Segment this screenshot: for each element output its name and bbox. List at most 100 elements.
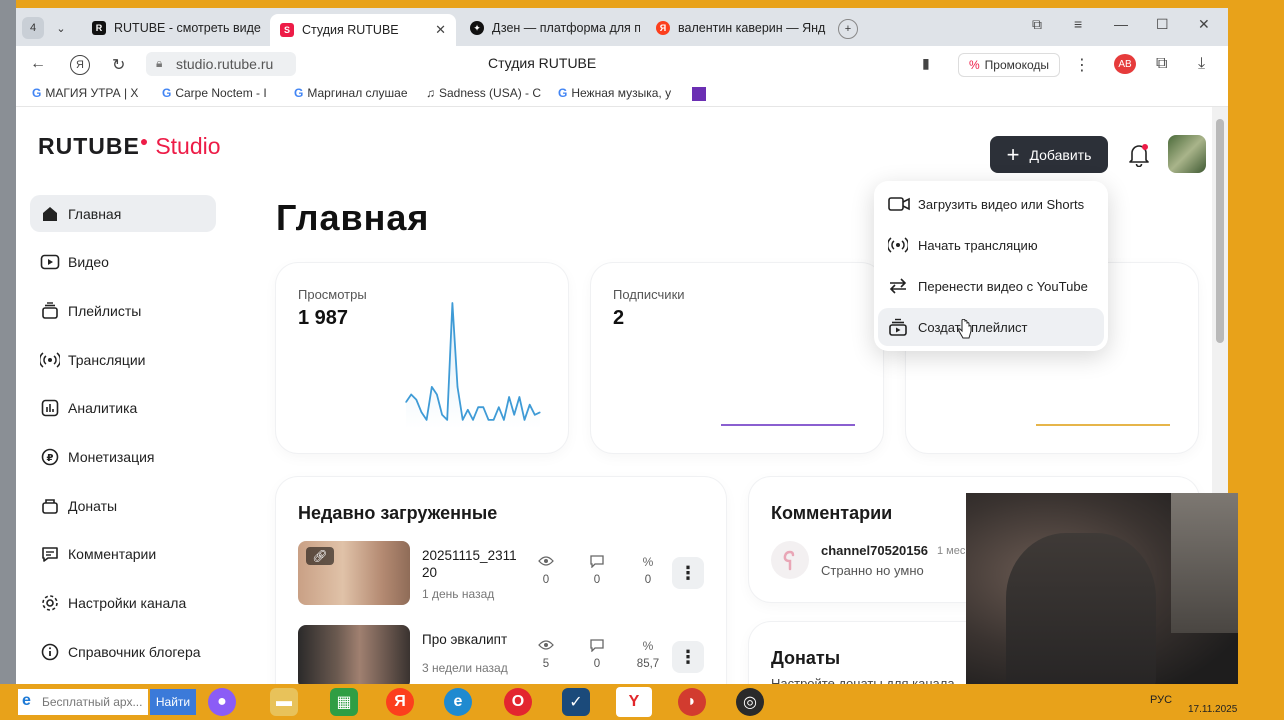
taskbar-search[interactable]: e Бесплатный арх... — [18, 689, 148, 715]
bookmark-icon[interactable]: ▮ — [922, 55, 930, 72]
sidebar-item-help[interactable]: Справочник блогера — [30, 633, 216, 670]
tab-label: RUTUBE - смотреть виде — [114, 21, 261, 35]
sidebar-item-playlists[interactable]: Плейлисты — [30, 292, 216, 329]
sidebar-item-label: Трансляции — [68, 351, 146, 368]
comment-author[interactable]: channel70520156 — [821, 543, 928, 558]
file-explorer-icon[interactable]: ▬ — [270, 688, 298, 716]
video-row[interactable]: Про эвкалипт 3 недели назад 5 0 % 85,7 ⋮ — [298, 625, 708, 684]
video-menu-button[interactable]: ⋮ — [672, 641, 704, 673]
rutube-favicon-icon: R — [92, 21, 106, 35]
bookmark-item[interactable]: G Нежная музыка, у — [558, 86, 676, 100]
chevron-down-icon[interactable]: ⌄ — [50, 17, 72, 39]
tab-studio-rutube[interactable]: S Студия RUTUBE ✕ — [270, 14, 456, 46]
video-thumbnail[interactable] — [298, 625, 410, 684]
security-app-icon[interactable]: ✓ — [562, 688, 590, 716]
sidebar-item-donations[interactable]: Донаты — [30, 487, 216, 524]
language-indicator[interactable]: РУС — [1150, 694, 1172, 706]
sidebar-item-label: Аналитика — [68, 400, 138, 417]
sidebar-item-broadcasts[interactable]: Трансляции — [30, 341, 216, 378]
new-tab-button[interactable]: + — [838, 19, 858, 39]
extension-icon[interactable]: AB — [1114, 54, 1136, 74]
video-menu-button[interactable]: ⋮ — [672, 557, 704, 589]
store-icon[interactable]: ▦ — [330, 688, 358, 716]
page-title-bar: Студия RUTUBE — [488, 55, 597, 71]
add-button[interactable]: + Добавить — [990, 136, 1108, 173]
eye-icon — [526, 555, 566, 571]
flamingo-icon — [783, 550, 795, 571]
views-metric: 0 — [526, 555, 566, 586]
tab-yandex[interactable]: Я валентин каверин — Янд — [646, 14, 836, 42]
link-icon: 🔗︎ — [306, 547, 334, 565]
tab-label: валентин каверин — Янд — [678, 21, 826, 35]
url-field[interactable]: 🔒︎ studio.rutube.ru — [146, 52, 296, 76]
bookmark-item[interactable]: G МАГИЯ УТРА | Х — [32, 86, 150, 100]
collections-icon[interactable]: ⧉ — [1156, 55, 1167, 73]
video-row[interactable]: 🔗︎ 20251115_231120 1 день назад 0 0 % 0 … — [298, 541, 708, 605]
views-chart-point — [420, 411, 423, 413]
menu-item-transfer-youtube[interactable]: Перенести видео с YouTube — [878, 267, 1104, 305]
obs-icon[interactable]: ◎ — [736, 688, 764, 716]
sidebar-item-settings[interactable]: Настройки канала — [30, 585, 216, 622]
video-title[interactable]: Про эвкалипт — [422, 631, 542, 648]
maximize-icon[interactable]: ☐ — [1156, 16, 1169, 33]
video-thumbnail[interactable]: 🔗︎ — [298, 541, 410, 605]
video-title[interactable]: 20251115_231120 — [422, 547, 518, 581]
yandex-browser-icon[interactable]: Я — [386, 688, 414, 716]
back-icon[interactable]: ← — [30, 55, 46, 73]
percent-icon: % — [642, 555, 654, 569]
bookmark-item[interactable]: G Маргинал слушае — [294, 86, 414, 100]
broadcast-icon — [888, 236, 910, 254]
broadcast-icon — [40, 350, 60, 370]
percent-icon: % — [642, 639, 654, 653]
avatar[interactable] — [1168, 135, 1206, 173]
subscribers-trend-line — [721, 424, 855, 426]
donations-title: Донаты — [771, 648, 841, 668]
taskbar-find-button[interactable]: Найти — [150, 689, 196, 715]
menu-item-upload-video[interactable]: Загрузить видео или Shorts — [878, 185, 1104, 223]
rating-metric: % 0 — [628, 555, 668, 586]
menu-item-label: Загрузить видео или Shorts — [918, 196, 1085, 212]
download-icon[interactable]: ⤓ — [1198, 55, 1205, 73]
edge-icon[interactable]: e — [444, 688, 472, 716]
webcam-overlay — [966, 493, 1238, 695]
menu-item-start-broadcast[interactable]: Начать трансляцию — [878, 226, 1104, 264]
views-chart-point — [426, 419, 428, 421]
sidebar-item-home[interactable]: Главная — [30, 195, 216, 232]
sidebar-item-comments[interactable]: Комментарии — [30, 536, 216, 573]
sidebar-item-video[interactable]: Видео — [30, 244, 216, 281]
logo-studio: Studio — [155, 133, 221, 159]
tab-counter[interactable]: 4 — [22, 17, 44, 39]
minimize-icon[interactable]: — — [1114, 16, 1128, 32]
bookmark-item[interactable]: G Carpe Noctem - I — [162, 86, 278, 100]
rating-value: 0 — [644, 574, 652, 586]
tab-dzen[interactable]: ✦ Дзен — платформа для п — [460, 14, 640, 42]
donations-text: Настройте донаты для канала, — [771, 676, 959, 684]
menu-icon[interactable]: ≡ — [1074, 16, 1082, 32]
reload-icon[interactable]: ↻ — [112, 55, 125, 75]
info-icon — [40, 642, 60, 662]
sidebar-item-analytics[interactable]: Аналитика — [30, 390, 216, 427]
sidebar-item-label: Плейлисты — [68, 302, 142, 319]
watermelon-app-icon[interactable]: ◗ — [678, 688, 706, 716]
bookmark-item[interactable]: ♫ Sadness (USA) - C — [426, 86, 544, 100]
scrollbar-thumb[interactable] — [1216, 119, 1224, 343]
alice-icon[interactable]: ● — [208, 688, 236, 716]
sidebar: Главная Видео Плейлисты Трансляции Анали… — [30, 195, 216, 682]
rating-value: 85,7 — [636, 658, 660, 670]
yandex-active-app-icon[interactable]: Y — [616, 687, 652, 717]
comment-text: Странно но умно — [821, 563, 924, 578]
close-icon[interactable]: ✕ — [427, 22, 446, 38]
tab-rutube[interactable]: R RUTUBE - смотреть виде — [82, 14, 262, 42]
bookmark-manager-icon[interactable]: ⧉ — [1032, 16, 1042, 33]
opera-icon[interactable]: O — [504, 688, 532, 716]
bookmark-icon[interactable] — [692, 87, 706, 101]
rutube-studio-logo[interactable]: RUTUBE● Studio — [38, 133, 221, 160]
notifications-button[interactable] — [1128, 143, 1150, 172]
views-chart-point — [487, 419, 490, 421]
more-icon[interactable]: ⋮ — [1074, 55, 1090, 75]
yandex-home-icon[interactable]: Я — [70, 55, 90, 75]
close-window-icon[interactable]: ✕ — [1198, 16, 1210, 33]
sidebar-item-monetization[interactable]: ₽ Монетизация — [30, 438, 216, 475]
menu-item-create-playlist[interactable]: Создать плейлист — [878, 308, 1104, 346]
promo-button[interactable]: % Промокоды — [958, 53, 1060, 77]
